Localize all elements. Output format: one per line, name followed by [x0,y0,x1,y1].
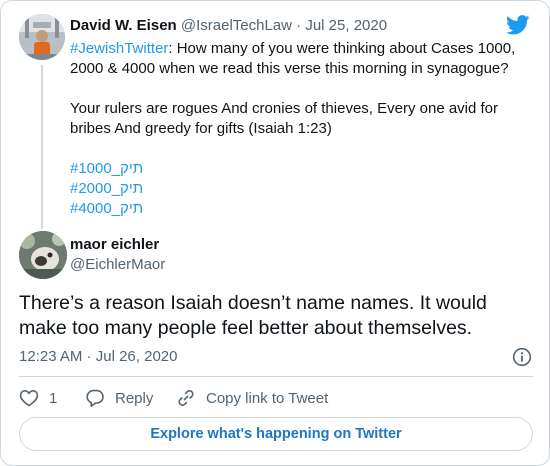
reply-bubble-icon [86,389,104,407]
explore-twitter-button[interactable]: Explore what's happening on Twitter [19,417,533,451]
hashtag-link[interactable]: #תיק_4000 [70,200,143,217]
main-author-handle[interactable]: @EichlerMaor [70,255,165,275]
copy-link-label: Copy link to Tweet [206,389,329,407]
link-icon [178,390,194,406]
info-icon[interactable] [512,347,532,367]
thread-connector-line [41,65,43,229]
parent-tweet-body: #JewishTwitter: How many of you were thi… [70,39,530,219]
copy-link-button[interactable]: Copy link to Tweet [176,387,328,409]
like-button[interactable]: 1 [19,387,57,409]
hashtag-link[interactable]: #תיק_2000 [70,180,143,197]
main-author-avatar[interactable] [19,231,67,279]
timestamp-separator: · [82,348,96,365]
parent-text-part-2: Your rulers are rogues And cronies of th… [70,100,499,137]
hashtag-link[interactable]: #JewishTwitter [70,40,168,57]
like-count: 1 [49,389,58,407]
heart-icon [19,390,39,407]
tweet-date[interactable]: Jul 26, 2020 [96,348,178,365]
parent-author-avatar[interactable] [19,14,65,60]
tweet-time[interactable]: 12:23 AM [19,348,82,365]
parent-tweet-header: David W. Eisen @IsraelTechLaw · Jul 25, … [70,16,387,36]
parent-tweet-date[interactable]: Jul 25, 2020 [305,17,387,34]
main-tweet-text: There’s a reason Isaiah doesn’t name nam… [19,292,487,339]
twitter-bird-icon[interactable] [506,15,530,35]
reply-label: Reply [115,389,154,407]
tweet-timestamp[interactable]: 12:23 AM · Jul 26, 2020 [19,347,177,367]
actions-divider [19,376,533,377]
embedded-tweet-card: David W. Eisen @IsraelTechLaw · Jul 25, … [0,0,550,466]
reply-button[interactable]: Reply [85,387,153,409]
parent-author-handle[interactable]: @IsraelTechLaw [181,17,292,34]
header-separator: · [291,17,306,34]
main-author-name[interactable]: maor eichler [70,235,159,255]
parent-author-name[interactable]: David W. Eisen [70,17,177,34]
hashtag-link[interactable]: #תיק_1000 [70,160,143,177]
